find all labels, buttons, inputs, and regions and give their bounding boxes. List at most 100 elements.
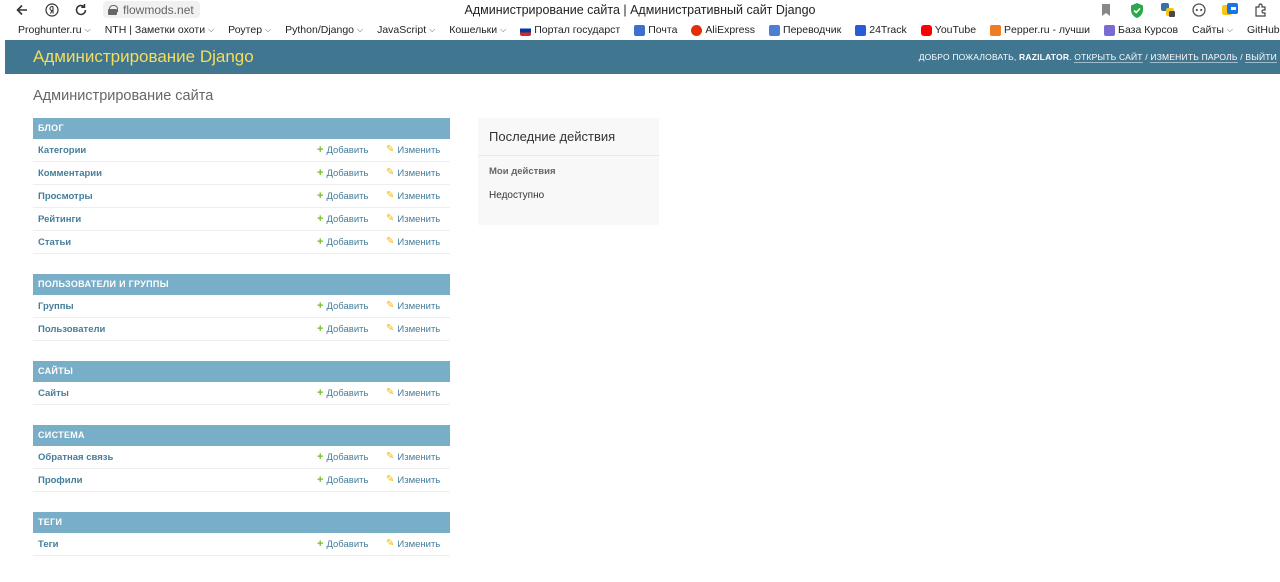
bookmark-item[interactable]: Pepper.ru - лучши [990, 24, 1090, 36]
change-link[interactable]: ✎ Изменить [386, 388, 440, 399]
bookmark-label: Портал государст [534, 24, 621, 36]
pencil-icon: ✎ [386, 236, 395, 247]
bookmarks-bar: Proghunter.ru ⌵ NTH | Заметки охоти ⌵ Роутер… [0, 20, 1280, 40]
add-link[interactable]: + Добавить [317, 144, 369, 156]
bookmark-label: JavaScript [377, 24, 427, 36]
module-caption[interactable]: Пользователи и группы [33, 274, 450, 295]
add-link[interactable]: + Добавить [317, 473, 369, 486]
pepper-icon [990, 24, 1002, 36]
change-label: Изменить [397, 213, 441, 225]
add-label: Добавить [326, 323, 369, 335]
url-text: flowmods.net [123, 2, 194, 17]
module-caption[interactable]: Система [33, 425, 450, 446]
plus-icon: + [317, 450, 324, 463]
chevron-down-icon: ⌵ [1226, 25, 1233, 34]
change-link[interactable]: ✎ Изменить [386, 214, 440, 225]
translate-extension-icon[interactable] [1221, 1, 1239, 19]
change-link[interactable]: ✎ Изменить [386, 237, 440, 248]
yandex-icon[interactable] [43, 1, 61, 19]
bookmark-item[interactable]: Переводчик [769, 24, 841, 36]
add-link[interactable]: + Добавить [317, 167, 368, 179]
change-link[interactable]: ✎ Изменить [386, 145, 440, 156]
youtube-icon [920, 24, 932, 36]
module-caption[interactable]: Теги [33, 512, 450, 533]
bookmark-item[interactable]: NTH | Заметки охоти ⌵ [105, 24, 214, 36]
chevron-down-icon: ⌵ [429, 25, 436, 34]
extension-eye-icon[interactable] [1190, 1, 1208, 19]
change-link[interactable]: ✎ Изменить [386, 452, 440, 463]
add-link[interactable]: + Добавить [317, 300, 368, 312]
back-arrow-icon[interactable] [13, 1, 31, 19]
site-brand[interactable]: Администрирование Django [33, 47, 254, 67]
bookmark-item[interactable]: Python/Django ⌵ [285, 24, 363, 36]
plus-icon: + [317, 322, 324, 335]
add-link[interactable]: + Добавить [317, 450, 369, 463]
logout-link[interactable]: Выйти [1245, 52, 1277, 63]
reload-icon[interactable] [72, 1, 90, 19]
plus-icon: + [317, 235, 324, 248]
chevron-down-icon: ⌵ [500, 25, 507, 34]
app-module: Сайты Сайты + Добавить ✎ Изменить [33, 361, 450, 405]
python-extension-icon[interactable] [1159, 1, 1177, 19]
change-link[interactable]: ✎ Изменить [386, 301, 440, 312]
bookmark-item[interactable]: База Курсов [1104, 24, 1178, 36]
bookmark-item[interactable]: JavaScript ⌵ [377, 24, 435, 36]
module-caption[interactable]: Блог [33, 118, 450, 139]
change-link[interactable]: ✎ Изменить [386, 168, 440, 179]
pencil-icon: ✎ [386, 474, 395, 485]
plus-icon: + [317, 537, 324, 550]
add-link[interactable]: + Добавить [317, 386, 368, 399]
bookmark-item[interactable]: 24Track [855, 24, 907, 36]
bookmark-label: AliExpress [705, 24, 756, 36]
model-row: Пользователи + Добавить ✎ Изменить [33, 318, 450, 341]
plus-icon: + [317, 473, 324, 486]
add-link[interactable]: + Добавить [317, 213, 368, 225]
bookmark-item[interactable]: Почта [634, 24, 677, 36]
mail-icon [634, 24, 646, 36]
adblock-shield-icon[interactable] [1128, 1, 1146, 19]
change-link[interactable]: ✎ Изменить [386, 539, 440, 550]
bookmark-item[interactable]: Роутер ⌵ [228, 24, 271, 36]
app-module: Пользователи и группы Группы + Добавить ✎ Изм… [33, 274, 450, 341]
bookmark-item[interactable]: AliExpress [691, 24, 755, 36]
add-label: Добавить [326, 236, 369, 248]
change-label: Изменить [397, 387, 441, 399]
bookmark-item[interactable]: GitHub⌵ [1247, 24, 1280, 36]
change-link[interactable]: ✎ Изменить [386, 191, 440, 202]
bookmark-label: 24Track [869, 24, 907, 36]
user-tools: Добро пожаловать, RAZILATOR. Открыть сай… [918, 52, 1277, 63]
page-title: Администрирование сайта [33, 88, 214, 104]
change-password-link[interactable]: Изменить пароль [1150, 52, 1238, 63]
add-link[interactable]: + Добавить [317, 322, 369, 335]
model-row: Комментарии + Добавить ✎ Изменить [33, 162, 450, 185]
bookmark-item[interactable]: Кошельки ⌵ [449, 24, 506, 36]
bookmark-icon[interactable] [1097, 1, 1115, 19]
address-bar[interactable]: flowmods.net [103, 1, 200, 18]
add-link[interactable]: + Добавить [317, 190, 368, 202]
bookmark-label: Переводчик [783, 24, 842, 36]
add-label: Добавить [326, 451, 369, 463]
model-row: Просмотры + Добавить ✎ Изменить [33, 185, 450, 208]
bookmark-item[interactable]: Proghunter.ru ⌵ [18, 24, 91, 36]
pencil-icon: ✎ [386, 300, 395, 311]
change-label: Изменить [397, 167, 441, 179]
bookmark-label: Python/Django [285, 24, 355, 36]
add-label: Добавить [326, 474, 369, 486]
module-caption[interactable]: Сайты [33, 361, 450, 382]
bookmark-item[interactable]: YouTube [920, 24, 976, 36]
bookmark-label: Почта [648, 24, 678, 36]
bookmark-item[interactable]: Сайты ⌵ [1192, 24, 1233, 36]
extensions-puzzle-icon[interactable] [1252, 1, 1270, 19]
bookmark-item[interactable]: Портал государст [520, 24, 620, 36]
browser-toolbar: flowmods.net Администрирование сайта | А… [0, 0, 1280, 20]
change-link[interactable]: ✎ Изменить [386, 475, 440, 486]
model-row: Статьи + Добавить ✎ Изменить [33, 231, 450, 254]
plus-icon: + [317, 386, 324, 399]
add-link[interactable]: + Добавить [317, 537, 368, 550]
change-label: Изменить [397, 323, 441, 335]
add-link[interactable]: + Добавить [317, 235, 369, 248]
change-link[interactable]: ✎ Изменить [386, 324, 440, 335]
open-site-link[interactable]: Открыть сайт [1074, 52, 1143, 63]
lock-icon [108, 4, 118, 15]
add-label: Добавить [326, 144, 369, 156]
